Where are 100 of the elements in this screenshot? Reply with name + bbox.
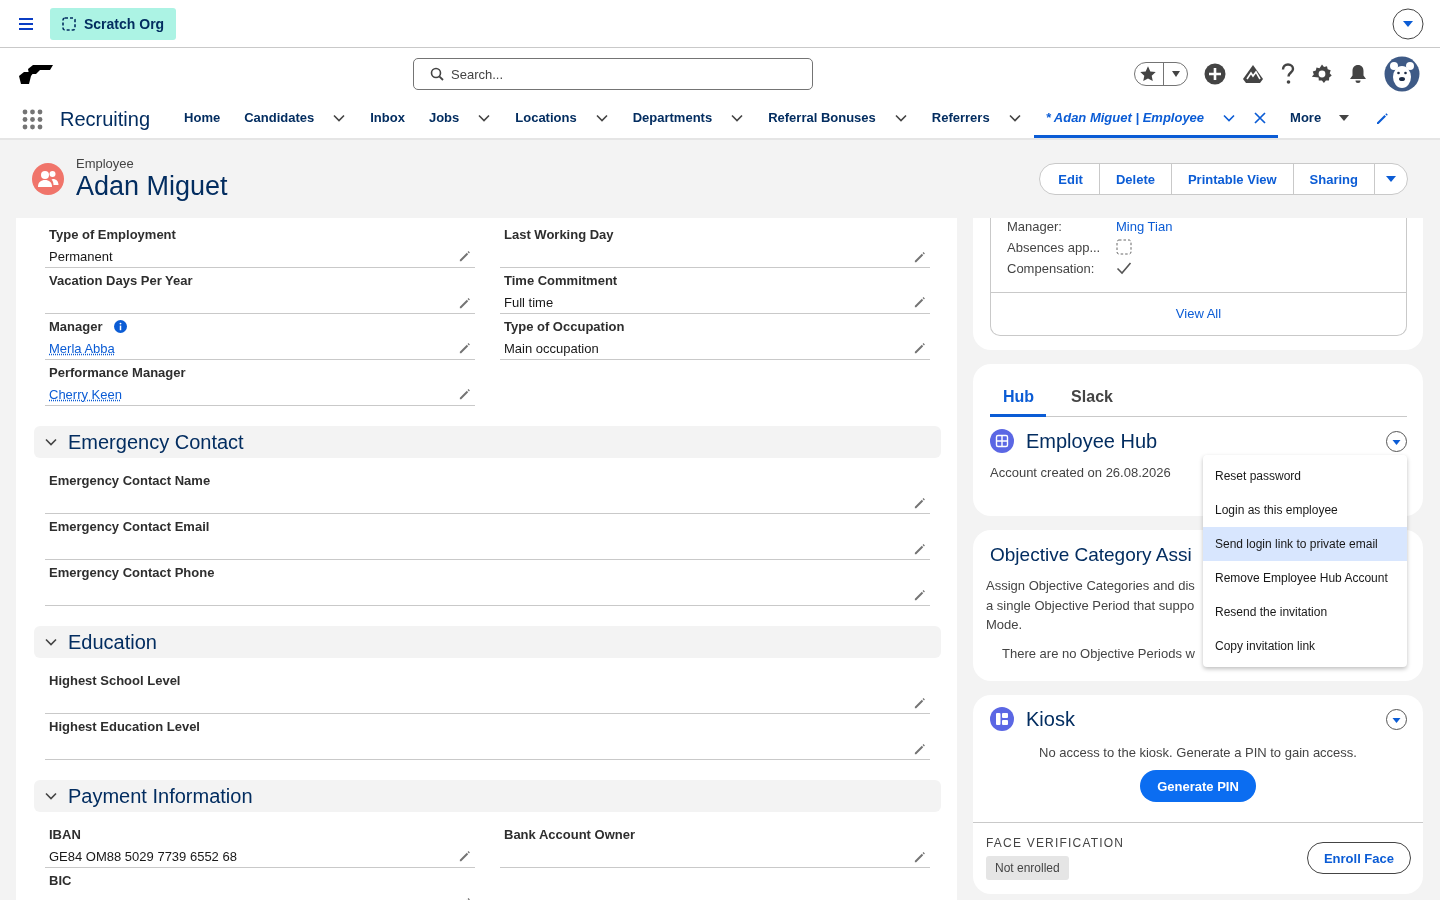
related-link[interactable]: Ming Tian bbox=[1116, 218, 1173, 234]
pencil-icon[interactable] bbox=[913, 851, 926, 864]
nav-tab[interactable]: Jobs bbox=[416, 100, 504, 138]
nav-tab[interactable]: Candidates bbox=[232, 100, 359, 138]
pencil-icon[interactable] bbox=[1375, 112, 1390, 126]
nav-tab[interactable]: Home bbox=[172, 100, 233, 138]
pencil-icon[interactable] bbox=[913, 497, 926, 510]
org-label: Scratch Org bbox=[84, 15, 165, 32]
dashed-square-icon bbox=[62, 16, 76, 31]
menu-item[interactable]: Remove Employee Hub Account bbox=[1203, 561, 1407, 595]
pencil-icon[interactable] bbox=[458, 388, 471, 401]
record-name: Adan Miguet bbox=[76, 171, 228, 202]
chevron-down-icon[interactable] bbox=[477, 112, 492, 123]
close-icon[interactable] bbox=[1254, 111, 1267, 124]
enroll-face-button[interactable]: Enroll Face bbox=[1306, 842, 1411, 874]
field-label: Bank Account Owner bbox=[504, 827, 635, 842]
field-label: Time Commitment bbox=[504, 273, 618, 288]
add-icon[interactable] bbox=[1204, 63, 1226, 85]
field-label: Highest School Level bbox=[49, 673, 181, 688]
menu-icon[interactable] bbox=[18, 16, 34, 31]
more-actions-button[interactable] bbox=[1374, 163, 1408, 195]
description-text: a single Objective Period that suppo bbox=[986, 596, 1195, 615]
kiosk-text: No access to the kiosk. Generate a PIN to gain access. bbox=[1038, 745, 1358, 760]
chevron-down-icon[interactable] bbox=[594, 112, 609, 123]
status-badge: Not enrolled bbox=[986, 856, 1069, 880]
field-label: Last Working Day bbox=[504, 227, 614, 242]
record-type: Employee bbox=[76, 156, 135, 171]
empty-text: There are no Objective Periods w bbox=[1001, 645, 1195, 661]
field-label: Emergency Contact Name bbox=[49, 473, 211, 488]
chevron-down-icon[interactable] bbox=[893, 112, 908, 123]
help-icon[interactable] bbox=[1280, 63, 1296, 85]
settings-icon[interactable] bbox=[1312, 64, 1332, 84]
view-all-link[interactable]: View All bbox=[991, 293, 1406, 335]
action-button[interactable]: Edit bbox=[1039, 163, 1100, 195]
section-header[interactable]: Emergency Contact bbox=[34, 426, 941, 458]
chevron-down-icon[interactable] bbox=[1007, 112, 1022, 123]
menu-item[interactable]: Resend the invitation bbox=[1203, 595, 1407, 629]
pencil-icon[interactable] bbox=[458, 250, 471, 263]
action-button[interactable]: Printable View bbox=[1170, 163, 1294, 195]
caret-down-icon[interactable] bbox=[1339, 113, 1350, 122]
avatar-icon[interactable] bbox=[1384, 56, 1420, 92]
pencil-icon[interactable] bbox=[913, 697, 926, 710]
field-link[interactable]: Merla Abba bbox=[49, 341, 115, 356]
card-tab[interactable]: Hub bbox=[990, 380, 1047, 417]
caret-down-icon[interactable] bbox=[1386, 430, 1407, 452]
logo-icon bbox=[18, 63, 54, 85]
chevron-down-icon[interactable] bbox=[332, 112, 347, 123]
nav-tab[interactable]: Referral Bonuses bbox=[756, 100, 920, 138]
nav-tab[interactable]: More bbox=[1278, 100, 1362, 138]
bell-icon[interactable] bbox=[1348, 64, 1368, 84]
field-label: IBAN bbox=[49, 827, 81, 842]
search-field[interactable]: Search... bbox=[413, 58, 813, 90]
menu-item[interactable]: Reset password bbox=[1203, 459, 1407, 493]
info-icon[interactable] bbox=[114, 320, 128, 333]
menu-item[interactable]: Login as this employee bbox=[1203, 493, 1407, 527]
scratch-org-badge[interactable]: Scratch Org bbox=[50, 7, 177, 40]
card-title: Employee Hub bbox=[1026, 429, 1158, 453]
pencil-icon[interactable] bbox=[913, 543, 926, 556]
star-icon bbox=[1139, 65, 1157, 83]
caret-down-icon bbox=[1385, 175, 1397, 183]
pencil-icon[interactable] bbox=[458, 342, 471, 355]
pencil-icon[interactable] bbox=[913, 589, 926, 602]
description-text: Assign Objective Categories and dis bbox=[986, 577, 1195, 595]
nav-tab[interactable]: Locations bbox=[503, 100, 621, 138]
pencil-icon[interactable] bbox=[458, 297, 471, 310]
menu-item[interactable]: Copy invitation link bbox=[1203, 629, 1407, 663]
card-tab[interactable]: Slack bbox=[1058, 380, 1125, 417]
field-value: Main occupation bbox=[504, 341, 599, 356]
menu-item[interactable]: Send login link to private email bbox=[1203, 527, 1407, 561]
nav-tab[interactable]: Departments bbox=[620, 100, 757, 138]
pencil-icon[interactable] bbox=[913, 296, 926, 309]
grid-icon bbox=[990, 429, 1014, 453]
field-link[interactable]: Cherry Keen bbox=[49, 387, 122, 402]
caret-down-icon[interactable] bbox=[1386, 708, 1407, 730]
action-button[interactable]: Delete bbox=[1098, 163, 1172, 195]
nav-tab[interactable]: Referrers bbox=[919, 100, 1034, 138]
chevron-down-icon bbox=[44, 791, 58, 801]
caret-down-icon[interactable] bbox=[1392, 7, 1424, 40]
nav-tab[interactable]: * Adan Miguet | Employee bbox=[1033, 100, 1279, 138]
mountain-icon[interactable] bbox=[1242, 64, 1264, 84]
action-button[interactable]: Sharing bbox=[1292, 163, 1375, 195]
caret-down-icon bbox=[1171, 70, 1181, 78]
search-icon bbox=[430, 67, 444, 81]
pencil-icon[interactable] bbox=[913, 743, 926, 756]
pencil-icon[interactable] bbox=[913, 251, 926, 264]
field-label: Type of Occupation bbox=[504, 319, 625, 334]
field-label: Emergency Contact Phone bbox=[49, 565, 215, 580]
nav-tab[interactable]: Inbox bbox=[358, 100, 417, 138]
field-label: Highest Education Level bbox=[49, 719, 200, 734]
pencil-icon[interactable] bbox=[913, 342, 926, 355]
generate-pin-button[interactable]: Generate PIN bbox=[1140, 770, 1256, 802]
field-label: Vacation Days Per Year bbox=[49, 273, 193, 288]
app-launcher-icon[interactable] bbox=[22, 108, 43, 130]
section-header[interactable]: Payment Information bbox=[34, 780, 941, 812]
chevron-down-icon bbox=[44, 437, 58, 447]
pencil-icon[interactable] bbox=[458, 850, 471, 863]
chevron-down-icon[interactable] bbox=[1222, 112, 1237, 123]
section-header[interactable]: Education bbox=[34, 626, 941, 658]
chevron-down-icon[interactable] bbox=[730, 112, 745, 123]
description-text: Mode. bbox=[986, 616, 1023, 634]
